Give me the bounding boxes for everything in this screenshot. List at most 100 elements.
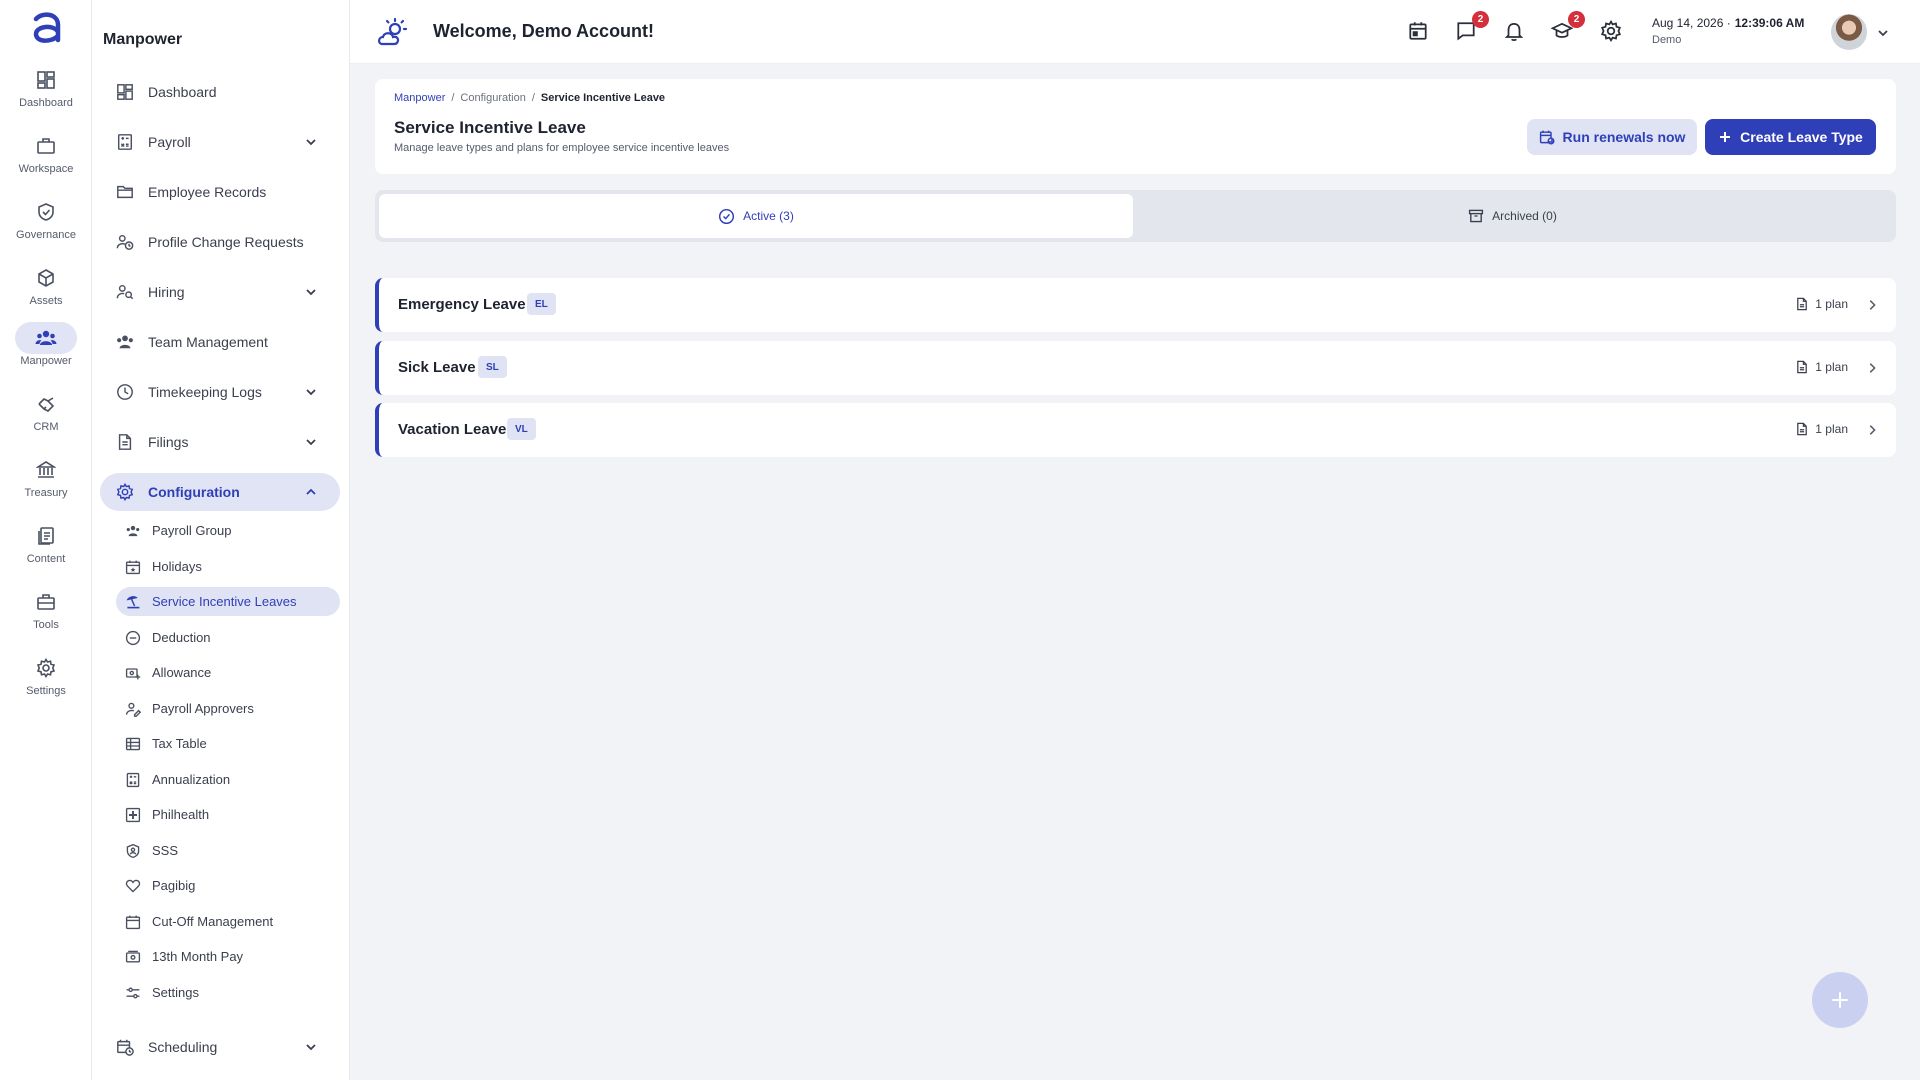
sidebar-item-timekeeping-logs[interactable]: Timekeeping Logs	[100, 373, 340, 411]
sidebar-item-profile-change-requests[interactable]: Profile Change Requests	[100, 223, 340, 261]
avatar[interactable]	[1831, 14, 1867, 50]
medical-plus-icon	[124, 806, 142, 824]
sidebar-item-dashboard[interactable]: Dashboard	[100, 73, 340, 111]
calculator-icon	[114, 131, 136, 153]
manpower-sidebar: Manpower Dashboard Payroll Employee Reco…	[92, 0, 350, 1080]
bell-icon[interactable]	[1503, 20, 1527, 44]
leave-type-name: Vacation Leave	[398, 421, 507, 438]
cube-icon	[15, 262, 77, 294]
rail-item-treasury[interactable]: Treasury	[0, 454, 92, 514]
sidebar-item-team-management[interactable]: Team Management	[100, 323, 340, 361]
config-item-label: Pagibig	[152, 878, 196, 893]
money-add-icon	[124, 664, 142, 682]
config-item-13th-month-pay[interactable]: 13th Month Pay	[116, 942, 340, 971]
graduation-cap-icon[interactable]: 2	[1551, 11, 1585, 44]
chevron-down-icon[interactable]	[304, 285, 318, 299]
sidebar-item-label: Timekeeping Logs	[148, 384, 262, 400]
config-item-payroll-approvers[interactable]: Payroll Approvers	[116, 694, 340, 723]
breadcrumb-manpower[interactable]: Manpower	[394, 92, 445, 104]
chevron-down-icon[interactable]	[304, 135, 318, 149]
page-header: Manpower / Configuration / Service Incen…	[375, 79, 1896, 174]
config-item-label: Deduction	[152, 630, 211, 645]
gear-icon[interactable]	[1600, 20, 1624, 44]
sidebar-item-label: Hiring	[148, 284, 185, 300]
rail-item-governance[interactable]: Governance	[0, 196, 92, 256]
sidebar-item-filings[interactable]: Filings	[100, 423, 340, 461]
rail-item-tools[interactable]: Tools	[0, 586, 92, 646]
config-item-label: SSS	[152, 843, 179, 858]
rail-item-assets[interactable]: Assets	[0, 262, 92, 322]
sidebar-item-configuration[interactable]: Configuration	[100, 473, 340, 511]
courses-badge: 2	[1568, 11, 1585, 28]
config-item-payroll-group[interactable]: Payroll Group	[116, 516, 340, 545]
chevron-down-icon[interactable]	[1876, 26, 1890, 40]
rail-label: Workspace	[18, 163, 74, 175]
config-item-philhealth[interactable]: Philhealth	[116, 800, 340, 829]
sidebar-item-hiring[interactable]: Hiring	[100, 273, 340, 311]
calendar-icon	[124, 913, 142, 931]
config-item-settings[interactable]: Settings	[116, 978, 340, 1007]
table-icon	[124, 735, 142, 753]
sidebar-item-scheduling[interactable]: Scheduling	[100, 1028, 340, 1066]
config-item-tax-table[interactable]: Tax Table	[116, 729, 340, 758]
messages-icon[interactable]: 2	[1455, 11, 1489, 44]
page-title: Service Incentive Leave	[394, 118, 586, 137]
brand-weather-icon[interactable]	[376, 16, 410, 50]
tab-active[interactable]: Active (3)	[379, 194, 1133, 238]
calendar-icon[interactable]	[1407, 20, 1431, 44]
chevron-down-icon[interactable]	[304, 435, 318, 449]
config-item-pagibig[interactable]: Pagibig	[116, 871, 340, 900]
leave-type-row-emergency[interactable]: Emergency Leave EL 1 plan	[375, 278, 1896, 332]
plan-count-label: 1 plan	[1815, 297, 1848, 311]
leave-type-row-vacation[interactable]: Vacation Leave VL 1 plan	[375, 403, 1896, 457]
rail-item-workspace[interactable]: Workspace	[0, 130, 92, 190]
top-bar: Welcome, Demo Account! 2 2 Aug 14, 2026 …	[350, 0, 1920, 64]
config-item-allowance[interactable]: Allowance	[116, 658, 340, 687]
config-item-label: Service Incentive Leaves	[152, 594, 297, 609]
create-leave-type-button[interactable]: Create Leave Type	[1705, 119, 1876, 155]
rail-label: Assets	[29, 295, 63, 307]
tab-archived[interactable]: Archived (0)	[1133, 194, 1892, 238]
sidebar-item-label: Team Management	[148, 334, 268, 350]
run-renewals-button[interactable]: Run renewals now	[1527, 119, 1697, 155]
config-item-label: 13th Month Pay	[152, 949, 244, 964]
config-item-service-incentive-leaves[interactable]: Service Incentive Leaves	[116, 587, 340, 616]
calendar-refresh-icon	[1539, 129, 1555, 145]
chevron-down-icon[interactable]	[304, 1040, 318, 1054]
chevron-right-icon	[1866, 299, 1878, 311]
config-item-deduction[interactable]: Deduction	[116, 623, 340, 652]
rail-label: Manpower	[20, 355, 72, 367]
floating-add-button[interactable]	[1812, 972, 1868, 1028]
briefcase-icon	[15, 130, 77, 162]
messages-badge: 2	[1472, 11, 1489, 28]
person-search-icon	[114, 281, 136, 303]
chevron-down-icon[interactable]	[304, 385, 318, 399]
rail-item-crm[interactable]: CRM	[0, 388, 92, 448]
people-icon	[114, 331, 136, 353]
config-item-holidays[interactable]: Holidays	[116, 552, 340, 581]
config-item-annualization[interactable]: Annualization	[116, 765, 340, 794]
breadcrumb-separator: /	[451, 92, 455, 104]
config-item-label: Allowance	[152, 665, 212, 680]
breadcrumb-configuration[interactable]: Configuration	[460, 92, 525, 104]
breadcrumb-current: Service Incentive Leave	[540, 92, 666, 104]
config-item-label: Philhealth	[152, 807, 210, 822]
rail-item-content[interactable]: Content	[0, 520, 92, 580]
rail-item-dashboard[interactable]: Dashboard	[0, 64, 92, 124]
plan-count: 1 plan	[1795, 360, 1848, 374]
plan-count: 1 plan	[1795, 297, 1848, 311]
rail-item-manpower[interactable]: Manpower	[0, 322, 92, 382]
heart-icon	[124, 877, 142, 895]
config-item-sss[interactable]: SSS	[116, 836, 340, 865]
config-item-cut-off-management[interactable]: Cut-Off Management	[116, 907, 340, 936]
current-time: 12:39:06 AM	[1734, 16, 1805, 30]
chevron-up-icon[interactable]	[304, 485, 318, 499]
rail-item-settings[interactable]: Settings	[0, 652, 92, 712]
sidebar-item-label: Scheduling	[148, 1039, 218, 1055]
sidebar-item-payroll[interactable]: Payroll	[100, 123, 340, 161]
config-item-label: Holidays	[152, 559, 202, 574]
leave-type-row-sick[interactable]: Sick Leave SL 1 plan	[375, 341, 1896, 395]
sidebar-title: Manpower	[103, 31, 183, 48]
app-logo[interactable]	[28, 10, 64, 48]
sidebar-item-employee-records[interactable]: Employee Records	[100, 173, 340, 211]
